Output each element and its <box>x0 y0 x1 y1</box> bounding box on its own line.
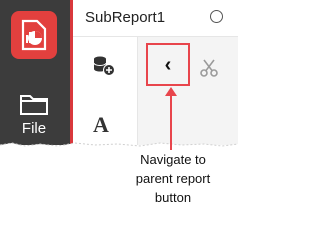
radio-icon[interactable] <box>210 10 223 23</box>
callout-label: Navigate to parent report button <box>118 150 228 207</box>
callout-arrow <box>165 87 177 150</box>
callout-line: Navigate to <box>140 152 206 167</box>
file-menu-button[interactable]: File <box>14 92 54 146</box>
font-icon[interactable]: A <box>93 112 109 138</box>
add-data-source-icon[interactable] <box>92 55 116 77</box>
panel-title: SubReport1 <box>85 9 166 26</box>
torn-edge <box>0 142 238 150</box>
folder-icon <box>20 95 48 115</box>
chevron-left-icon: ‹ <box>164 53 172 76</box>
callout-line: parent report <box>135 171 211 186</box>
designer-screenshot: File SubReport1 A ‹ Navigate to parent r… <box>0 0 238 229</box>
file-label: File <box>21 120 47 137</box>
navigate-to-parent-report-button[interactable]: ‹ <box>146 43 190 86</box>
cut-icon[interactable] <box>199 58 219 78</box>
callout-line: button <box>154 190 192 205</box>
report-logo-icon[interactable] <box>11 11 57 59</box>
